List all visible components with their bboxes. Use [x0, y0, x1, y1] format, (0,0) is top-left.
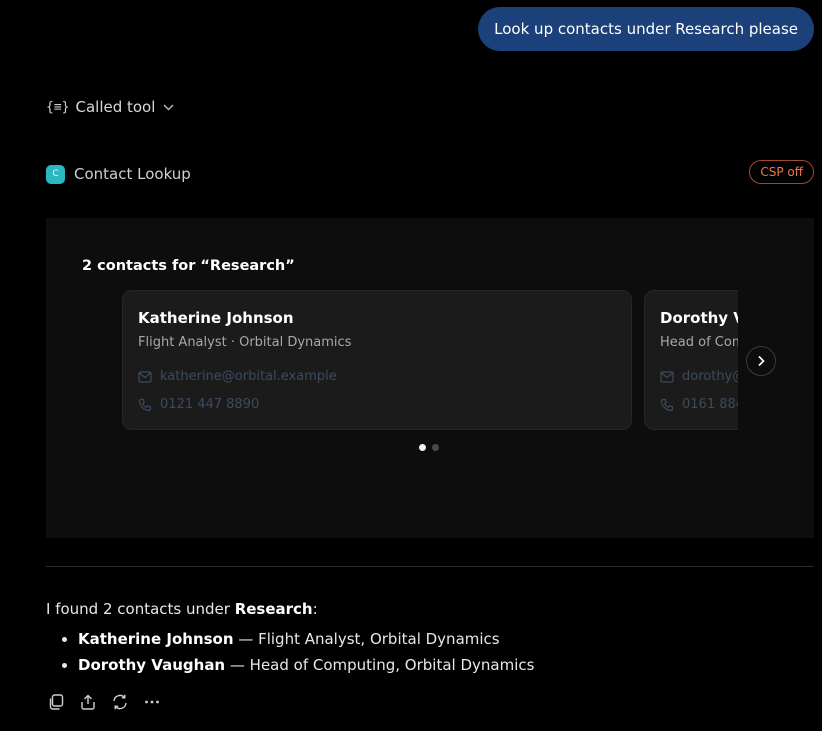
contact-widget: 2 contacts for “Research” Katherine John… — [46, 218, 814, 538]
tool-header: C Contact Lookup — [46, 163, 191, 185]
contact-role: Head of Computing · Orbital Dynamics — [660, 335, 738, 350]
chevron-right-icon — [758, 355, 765, 367]
contact-name: Katherine Johnson — [138, 309, 294, 327]
contact-name: Dorothy Vaughan — [660, 309, 738, 327]
user-message-bubble: Look up contacts under Research please — [478, 7, 814, 51]
regenerate-icon — [113, 694, 127, 710]
list-item-detail: — Flight Analyst, Orbital Dynamics — [233, 630, 500, 648]
carousel-pagination — [419, 444, 439, 451]
copy-icon — [49, 694, 64, 710]
assistant-reply: I found 2 contacts under Research: Kathe… — [46, 598, 806, 678]
mail-icon — [138, 370, 152, 383]
carousel-next-button[interactable] — [746, 346, 776, 376]
share-button[interactable] — [78, 690, 98, 714]
called-tool-label: Called tool — [75, 98, 156, 116]
more-icon — [145, 700, 159, 704]
contact-card[interactable]: Katherine Johnson Flight Analyst · Orbit… — [122, 290, 632, 430]
more-options-button[interactable] — [142, 690, 162, 714]
divider — [46, 566, 814, 567]
list-item-name: Dorothy Vaughan — [78, 656, 226, 674]
tool-avatar: C — [46, 164, 65, 184]
phone-icon — [138, 398, 152, 411]
contact-list: Katherine Johnson — Flight Analyst, Orbi… — [46, 626, 806, 678]
contact-phone: 0121 447 8890 — [160, 397, 260, 412]
contact-email: katherine@orbital.example — [160, 369, 337, 384]
called-tool-toggle[interactable]: {≡} Called tool — [46, 96, 174, 118]
contact-phone-row[interactable]: 0161 884 — [660, 397, 738, 412]
share-icon — [81, 694, 95, 710]
chevron-down-icon — [163, 104, 174, 110]
contact-email-row[interactable]: katherine@orbital.example — [138, 369, 337, 384]
reply-intro-suffix: : — [312, 600, 318, 618]
contact-carousel[interactable]: Katherine Johnson Flight Analyst · Orbit… — [122, 290, 738, 432]
mail-icon — [660, 370, 674, 383]
csp-status-badge: CSP off — [749, 160, 814, 184]
contact-card[interactable]: Dorothy Vaughan Head of Computing · Orbi… — [644, 290, 738, 430]
regenerate-button[interactable] — [110, 690, 130, 714]
list-item: Katherine Johnson — Flight Analyst, Orbi… — [78, 626, 806, 652]
list-item-detail: — Head of Computing, Orbital Dynamics — [225, 656, 535, 674]
contact-phone: 0161 884 — [682, 397, 738, 412]
contact-role: Flight Analyst · Orbital Dynamics — [138, 335, 352, 350]
pagination-dot[interactable] — [432, 444, 439, 451]
pagination-dot-active[interactable] — [419, 444, 426, 451]
list-item-name: Katherine Johnson — [78, 630, 234, 648]
widget-title: 2 contacts for “Research” — [82, 258, 295, 274]
contact-email: dorothy@orbital.example — [682, 369, 738, 384]
reply-intro: I found 2 contacts under Research: — [46, 598, 806, 620]
contact-email-row[interactable]: dorothy@orbital.example — [660, 369, 738, 384]
copy-button[interactable] — [46, 690, 66, 714]
phone-icon — [660, 398, 674, 411]
reply-intro-text: I found 2 contacts under — [46, 600, 235, 618]
message-actions — [46, 690, 162, 714]
braces-icon: {≡} — [46, 99, 70, 115]
tool-name: Contact Lookup — [74, 165, 191, 183]
reply-intro-bold: Research — [234, 600, 313, 618]
contact-phone-row[interactable]: 0121 447 8890 — [138, 397, 259, 412]
list-item: Dorothy Vaughan — Head of Computing, Orb… — [78, 652, 806, 678]
